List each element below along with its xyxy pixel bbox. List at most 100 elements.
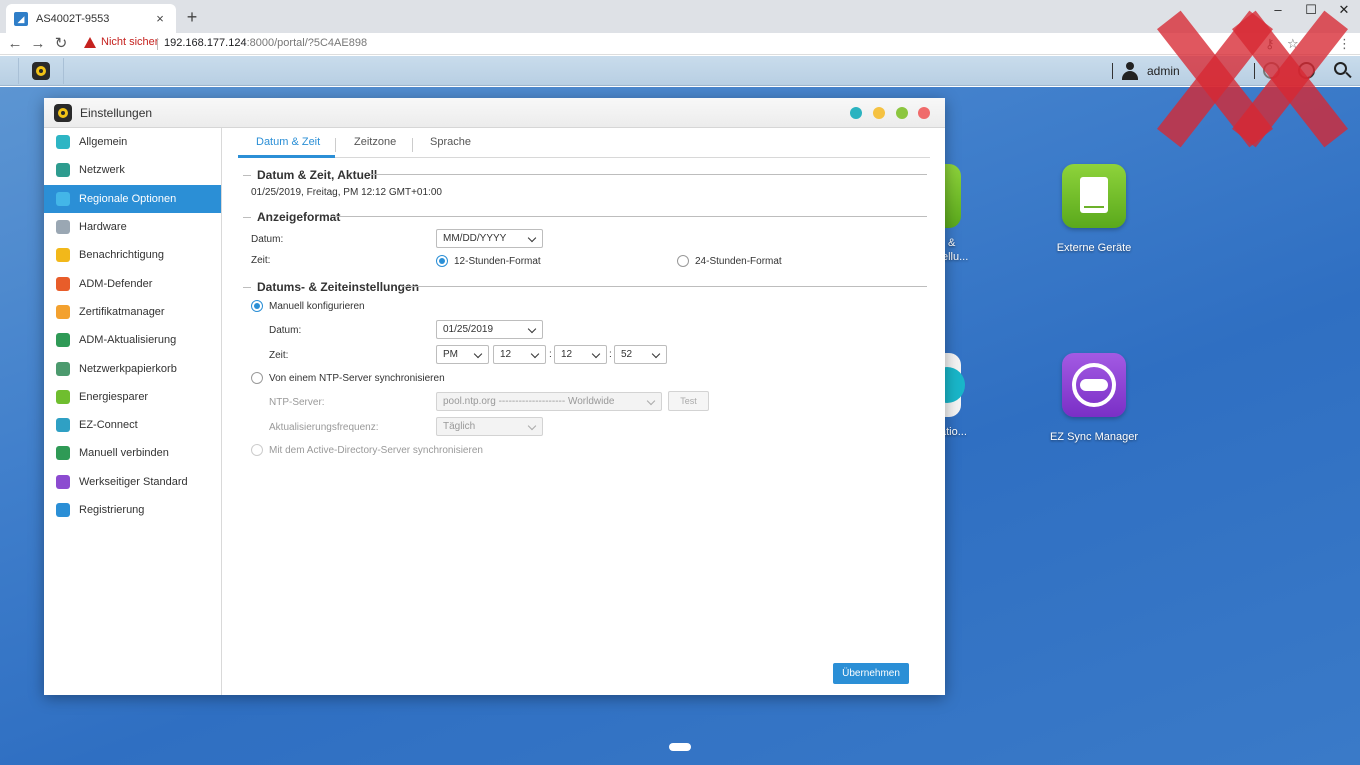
second-select[interactable]: 52 [614,345,667,364]
update-frequency-select[interactable]: Täglich [436,417,543,436]
tab-language[interactable]: Sprache [430,136,471,148]
sidebar-item-label: Registrierung [79,504,145,516]
update-frequency-label: Aktualisierungsfrequenz: [269,422,379,433]
sidebar-item-regionale-optionen[interactable]: Regionale Optionen [44,184,221,213]
key-icon[interactable]: ⚷ [1265,36,1275,52]
tab-date-time[interactable]: Datum & Zeit [256,136,320,148]
sidebar-item-adm-defender[interactable]: ADM-Defender [44,269,221,297]
settings-window: Einstellungen Allgemein Netzwerk Regionale… [44,98,945,695]
desktop-icon-external-devices[interactable]: Externe Geräte [1039,164,1149,254]
sidebar-item-label: Energiesparer [79,390,149,403]
sidebar-item-werkseitiger-standard[interactable]: Werkseitiger Standard [44,468,221,496]
sidebar-item-label: Regionale Optionen [79,192,177,205]
back-arrow-icon[interactable]: ← [5,34,25,54]
chevron-down-icon [651,349,661,359]
window-help-dot[interactable] [850,107,862,119]
browser-menu-icon[interactable]: ⋮ [1338,36,1351,52]
browser-tab[interactable]: ◢ AS4002T-9553 × [6,4,176,33]
insecure-warning[interactable]: Nicht sicher [84,36,158,48]
sidebar-item-icon [56,276,70,291]
ampm-select[interactable]: PM [436,345,489,364]
close-tab-icon[interactable]: × [152,11,168,26]
chevron-down-icon [591,349,601,359]
ntp-server-select[interactable]: pool.ntp.org -------------------- Worldw… [436,392,662,411]
time-colon: : [549,349,552,360]
sidebar-item-manuell-verbinden[interactable]: Manuell verbinden [44,439,221,467]
radio-manual-label[interactable]: Manuell konfigurieren [269,301,365,312]
url-input[interactable]: 192.168.177.124:8000/portal/?5C4AE898 [164,37,367,49]
sidebar-item-zertifikatmanager[interactable]: Zertifikatmanager [44,298,221,326]
clock-icon[interactable] [1262,61,1282,81]
sidebar-item-icon [56,191,70,206]
date-format-select[interactable]: MM/DD/YYYY [436,229,543,248]
sidebar-item-hardware[interactable]: Hardware [44,213,221,241]
desktop-icon-label: Externe Geräte [1056,242,1132,254]
window-title: Einstellungen [80,105,153,120]
window-titlebar[interactable]: Einstellungen [44,98,945,128]
active-tab-indicator [238,155,335,158]
sidebar-item-allgemein[interactable]: Allgemein [44,128,221,156]
apply-button[interactable]: Übernehmen [833,663,909,684]
window-maximize-dot[interactable] [896,107,908,119]
radio-24h-format[interactable] [677,255,689,267]
desktop-icon-ez-sync[interactable]: EZ Sync Manager [1039,353,1149,443]
manual-date-select[interactable]: 01/25/2019 [436,320,543,339]
sidebar-item-netzwerk[interactable]: Netzwerk [44,156,221,184]
radio-ntp-label[interactable]: Von einem NTP-Server synchronisieren [269,373,445,384]
radio-24h-label[interactable]: 24-Stunden-Format [695,256,782,267]
sidebar-item-registrierung[interactable]: Registrierung [44,496,221,524]
bookmark-star-icon[interactable]: ☆ [1287,36,1299,52]
ntp-test-button[interactable]: Test [668,391,709,411]
sync-cloud-icon [1062,353,1126,417]
site-favicon-icon: ◢ [14,11,28,26]
sidebar-item-icon [56,503,70,517]
radio-ntp-sync[interactable] [251,372,263,384]
sidebar-item-label: Manuell verbinden [79,447,169,460]
taskbar-settings-app[interactable] [18,58,64,84]
dock-toggle-handle[interactable] [669,743,691,751]
minute-select[interactable]: 12 [554,345,607,364]
chevron-down-icon [527,233,537,243]
usb-drive-icon [1062,164,1126,228]
user-icon[interactable] [1121,62,1139,80]
sidebar-item-icon [56,248,70,263]
radio-manual-config[interactable] [251,300,263,312]
taskbar-username[interactable]: admin [1147,64,1180,78]
radio-12h-format[interactable] [436,255,448,267]
reload-icon[interactable]: ↻ [51,34,71,54]
chevron-down-icon [530,349,540,359]
sidebar-item-netzwerkpapierkorb[interactable]: Netzwerkpapierkorb [44,354,221,382]
sidebar-item-icon [56,474,70,489]
window-close-dot[interactable] [918,107,930,119]
search-icon[interactable] [1333,61,1353,81]
radio-12h-label[interactable]: 12-Stunden-Format [454,256,541,267]
current-datetime-value: 01/25/2019, Freitag, PM 12:12 GMT+01:00 [251,187,442,198]
sidebar-item-benachrichtigung[interactable]: Benachrichtigung [44,241,221,269]
window-close-button[interactable]: ✕ [1327,0,1360,22]
settings-content: Datum & Zeit Zeitzone Sprache Datum & Ze… [223,128,945,695]
chevron-down-icon [473,349,483,359]
new-tab-button[interactable]: + [182,7,202,28]
desktop-icon-label: EZ Sync Manager [1049,431,1139,443]
section-current-heading: Datum & Zeit, Aktuell [243,168,377,182]
sidebar-item-energiesparer[interactable]: Energiesparer [44,383,221,411]
sidebar-item-icon [56,361,70,376]
window-maximize-button[interactable]: ☐ [1294,0,1328,22]
window-minimize-dot[interactable] [873,107,885,119]
url-host: 192.168.177.124 [164,37,247,49]
tab-timezone[interactable]: Zeitzone [354,136,396,148]
hour-select[interactable]: 12 [493,345,546,364]
sidebar-item-adm-aktualisierung[interactable]: ADM-Aktualisierung [44,326,221,354]
display-time-label: Zeit: [251,255,271,266]
radio-ad-label[interactable]: Mit dem Active-Directory-Server synchron… [269,445,483,456]
chevron-down-icon [527,421,537,431]
radio-ad-sync[interactable] [251,444,263,456]
browser-addressbar: ← → ↻ Nicht sicher 192.168.177.124:8000/… [0,33,1360,55]
sidebar-item-icon [56,446,70,461]
sidebar-item-ez-connect[interactable]: EZ-Connect [44,411,221,439]
sidebar-item-icon [56,389,70,404]
window-minimize-button[interactable]: – [1261,0,1295,22]
forward-arrow-icon[interactable]: → [28,34,48,54]
taskbar-divider [1112,63,1113,79]
globe-icon[interactable] [1297,61,1317,81]
